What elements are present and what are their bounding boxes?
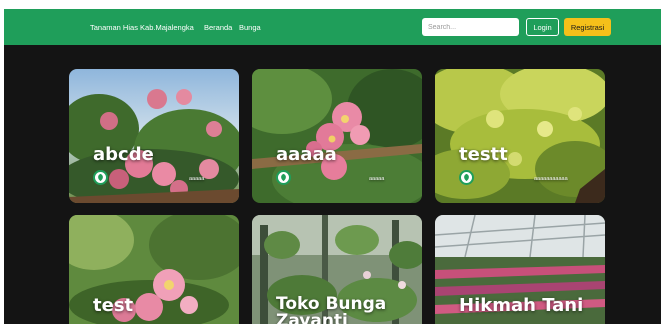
card-title: aaaaa xyxy=(276,144,337,165)
navbar: Tanaman Hias Kab.Majalengka Beranda Bung… xyxy=(4,9,661,45)
card-title: testt xyxy=(459,144,508,165)
card-meta: aaaaaaaaaaa xyxy=(534,176,568,182)
card-abcde[interactable]: abcde aaaaa xyxy=(69,69,239,203)
nav-link-beranda[interactable]: Beranda xyxy=(204,23,232,32)
card-title: abcde xyxy=(93,144,154,165)
card-meta: aaaaa xyxy=(189,176,205,182)
card-title: test xyxy=(93,295,134,316)
card-test[interactable]: test xyxy=(69,215,239,324)
card-title: Hikmah Tani xyxy=(459,295,584,316)
card-meta: aaaaa xyxy=(369,176,385,182)
login-button[interactable]: Login xyxy=(526,18,559,36)
nav-link-bunga[interactable]: Bunga xyxy=(239,23,261,32)
card-toko-bunga-zayanti[interactable]: Toko Bunga Zayanti xyxy=(252,215,422,324)
app-frame: Tanaman Hias Kab.Majalengka Beranda Bung… xyxy=(4,9,661,324)
card-title: Toko Bunga Zayanti xyxy=(276,294,387,324)
leaf-icon xyxy=(93,170,108,185)
search-input[interactable] xyxy=(422,18,519,36)
register-button[interactable]: Registrasi xyxy=(564,18,611,36)
card-aaaaa[interactable]: aaaaa aaaaa xyxy=(252,69,422,203)
leaf-icon xyxy=(276,170,291,185)
card-hikmah-tani[interactable]: Hikmah Tani xyxy=(435,215,605,324)
leaf-icon xyxy=(459,170,474,185)
card-testt[interactable]: testt aaaaaaaaaaa xyxy=(435,69,605,203)
brand-link[interactable]: Tanaman Hias Kab.Majalengka xyxy=(90,23,194,32)
